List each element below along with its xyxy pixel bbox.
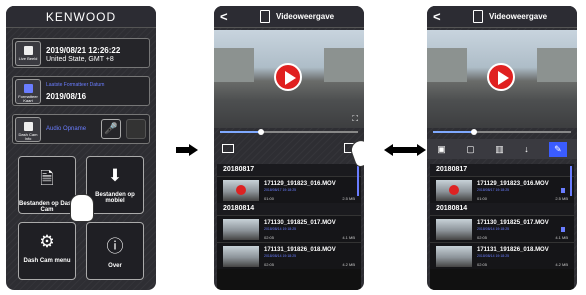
format-title: Laatste Formatteer Datum [46,82,105,88]
hand-pointer-icon [70,194,94,222]
phone-download-icon: ⬇ [107,166,123,185]
file-list: 20180817 171129_191823_016.MOV 2018/08/17… [430,164,574,290]
arrow-left-head-icon [384,144,393,156]
format-date: 2019/08/16 [46,92,87,101]
document-icon [473,10,483,23]
edit-toolbar: ▣ ▢ ▥ ↓ ✎ [427,139,577,159]
scrollbar[interactable] [357,166,359,196]
page-title: Videoweergave [276,12,335,21]
date-header: 20180814 [217,203,361,215]
fullscreen-icon[interactable]: ⛶ [352,114,358,124]
date-header: 20180817 [217,164,361,176]
scrollbar[interactable] [570,166,572,196]
list-item[interactable]: 171130_191825_017.MOV 2018/08/14 19:18:25… [430,215,574,242]
app-header: KENWOOD [6,6,156,28]
list-item[interactable]: 171131_191826_018.MOV 2018/08/14 19:18:25… [217,242,361,269]
list-item[interactable]: 171130_191825_017.MOV 2018/08/14 19:18:25… [217,215,361,242]
video-playback-screen: < Videoweergave ⛶ 20180817 171129_191823_… [214,6,364,290]
live-view-row: Live Beeld 2019/08/21 12:26:22 United St… [12,38,150,68]
list-item[interactable]: 171131_191826_018.MOV 2018/08/14 19:18:25… [430,242,574,269]
audio-label: Audio Opname [46,126,87,132]
video-player[interactable]: ⛶ [214,30,364,128]
download-icon[interactable]: ↓ [524,144,529,154]
play-icon[interactable] [274,63,302,91]
document-icon: 🗎 [40,169,54,188]
document-icon [260,10,270,23]
home-screen: KENWOOD Live Beeld 2019/08/21 12:26:22 U… [6,6,156,290]
image-icon[interactable] [222,144,234,153]
files-dashcam-button[interactable]: 🗎 Bestanden op Dash Cam [18,156,76,214]
video-icon [24,46,33,55]
seek-bar[interactable] [220,129,358,135]
edit-active-icon[interactable]: ✎ [549,141,567,157]
play-icon[interactable] [487,63,515,91]
mic-on-button[interactable]: 🎤 [101,119,121,139]
dashcam-info-button[interactable]: Dash Cam Info [15,117,41,142]
live-view-button[interactable]: Live Beeld [15,41,41,66]
info-circle-icon: ⓘ [106,237,124,256]
video-player[interactable] [427,30,577,128]
date-header: 20180817 [430,164,574,176]
video-edit-screen: < Videoweergave ▣ ▢ ▥ ↓ ✎ 20180817 171129_191… [427,6,577,290]
gear-icon: ⚙ [39,232,55,251]
double-arrow [392,147,418,153]
about-button[interactable]: ⓘ Over [86,222,144,280]
playback-header: < Videoweergave [214,6,364,28]
seek-bar[interactable] [433,129,571,135]
dashcam-menu-button[interactable]: ⚙ Dash Cam menu [18,222,76,280]
timezone: United State, GMT +8 [46,56,114,63]
datetime: 2019/08/21 12:26:22 [46,46,121,55]
back-button[interactable]: < [433,9,442,24]
mic-off-button[interactable] [126,119,146,139]
lock-icon[interactable]: ▣ [437,144,446,155]
list-item[interactable]: 171129_191823_016.MOV 2018/08/17 19:18:25… [217,176,361,203]
lock-icon [561,227,565,232]
arrow-right-head-icon [189,144,198,156]
list-item[interactable]: 171129_191823_016.MOV 2018/08/17 19:18:25… [430,176,574,203]
lock-icon [561,188,565,193]
format-row: Formatteer Kaart Laatste Formatteer Datu… [12,76,150,106]
sd-card-icon [24,84,33,93]
arrow-right-head-icon [417,144,426,156]
playback-header: < Videoweergave [427,6,577,28]
file-list: 20180817 171129_191823_016.MOV 2018/08/17… [217,164,361,290]
date-header: 20180814 [430,203,574,215]
arrow-right [176,147,190,153]
format-card-button[interactable]: Formatteer Kaart [15,79,41,104]
page-title: Videoweergave [489,12,548,21]
brand-logo: KENWOOD [45,9,117,24]
back-button[interactable]: < [220,9,229,24]
unlock-icon[interactable]: ▢ [466,144,475,155]
files-mobile-button[interactable]: ⬇ Bestanden op mobiel [86,156,144,214]
info-icon [24,122,33,131]
audio-row: Dash Cam Info Audio Opname 🎤 [12,114,150,144]
delete-icon[interactable]: ▥ [495,144,504,155]
